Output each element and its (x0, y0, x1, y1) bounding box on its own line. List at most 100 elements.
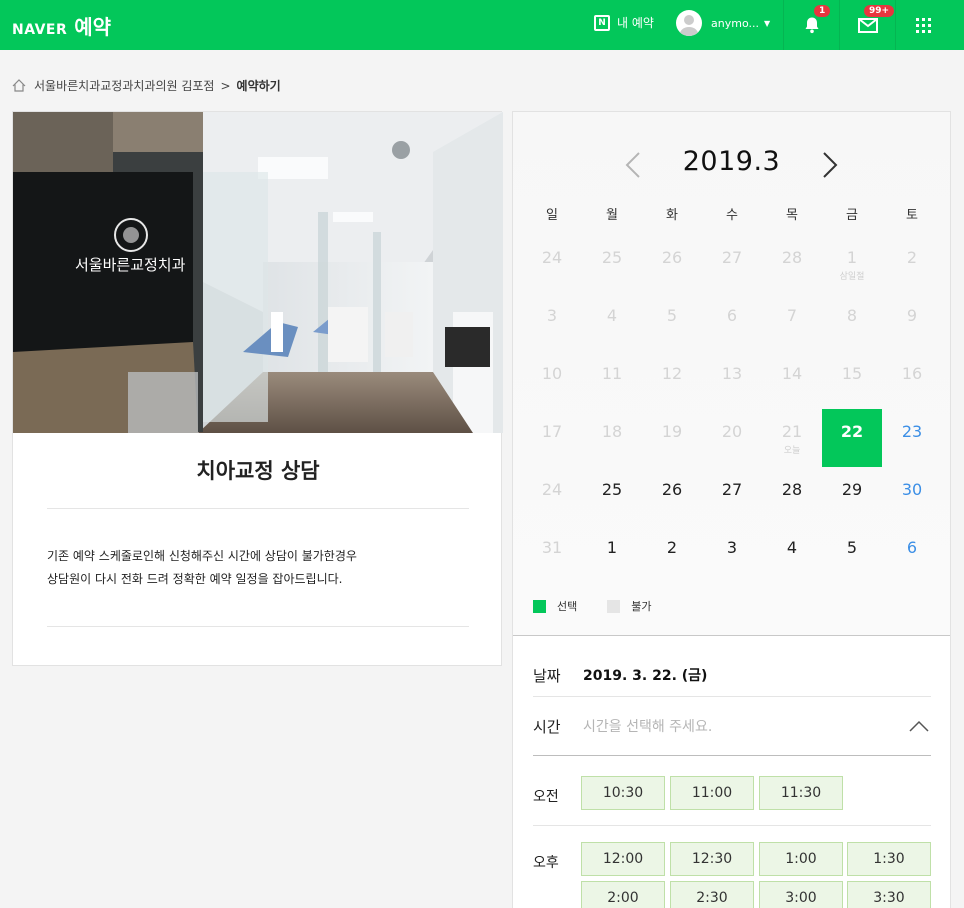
calendar-month-label: 2019.3 (682, 146, 781, 177)
day-number: 21 (781, 422, 803, 441)
grid-icon (916, 17, 931, 33)
mail-icon (857, 17, 878, 33)
legend-unavailable-label: 불가 (631, 600, 652, 613)
apps-menu-button[interactable] (895, 0, 951, 50)
calendar-day: 4 (582, 293, 642, 351)
home-icon[interactable] (12, 79, 26, 92)
day-number: 6 (726, 306, 738, 325)
calendar-day[interactable]: 1 (582, 525, 642, 583)
time-slot[interactable]: 2:30 (670, 881, 754, 908)
day-note: 삼일절 (839, 272, 865, 282)
time-slot[interactable]: 3:30 (847, 881, 931, 908)
bell-icon (805, 17, 818, 34)
calendar-day[interactable]: 5 (822, 525, 882, 583)
description-line: 상담원이 다시 전화 드려 정확한 예약 일정을 잡아드립니다. (47, 572, 343, 586)
calendar-day: 5 (642, 293, 702, 351)
day-number: 31 (541, 538, 563, 557)
calendar-days-grid: 24 25 26 27 28 1 삼일절 2 3 4 5 6 7 8 9 10 11 12 13 14 15 16 17 18… (522, 235, 942, 583)
am-label: 오전 (533, 789, 559, 805)
day-number: 26 (661, 480, 683, 499)
booking-panel: 2019.3 일 월 화 수 목 금 토 24 25 26 27 28 1 삼일절 2 3 4 5 6… (512, 111, 951, 908)
calendar-day: 18 (582, 409, 642, 467)
chevron-up-icon[interactable] (909, 720, 929, 732)
time-slot[interactable]: 3:00 (759, 881, 843, 908)
breadcrumb-current: 예약하기 (236, 79, 281, 93)
calendar-day[interactable]: 27 (702, 467, 762, 525)
calendar-day: 2 (882, 235, 942, 293)
calendar-day[interactable]: 4 (762, 525, 822, 583)
notifications-button[interactable]: 1 (783, 0, 839, 50)
next-month-arrow-icon[interactable] (822, 152, 838, 178)
time-label: 시간 (533, 717, 561, 736)
day-number: 7 (786, 306, 798, 325)
divider (47, 626, 469, 627)
unavailable-swatch (607, 599, 621, 613)
time-slot[interactable]: 11:30 (759, 776, 843, 810)
day-note: 오늘 (783, 446, 801, 456)
calendar-day[interactable]: 23 (882, 409, 942, 467)
calendar-day: 7 (762, 293, 822, 351)
calendar-day[interactable]: 2 (642, 525, 702, 583)
clinic-interior-photo: 서울바른교정치과 (13, 112, 503, 433)
calendar-day: 17 (522, 409, 582, 467)
calendar-day: 28 (762, 235, 822, 293)
time-slot[interactable]: 1:00 (759, 842, 843, 876)
mail-button[interactable]: 99+ (839, 0, 895, 50)
day-number: 17 (541, 422, 563, 441)
day-number: 1 (846, 248, 858, 267)
calendar-day[interactable]: 26 (642, 467, 702, 525)
naver-reservation-logo[interactable]: NAVER 예약 (12, 11, 111, 40)
notification-count-badge: 1 (814, 5, 831, 17)
service-title: 치아교정 상담 (196, 459, 320, 483)
breadcrumb-clinic-link[interactable]: 서울바른치과교정과치과의원 김포점 (34, 77, 214, 94)
weekday-label: 수 (726, 208, 738, 223)
user-menu[interactable]: anymo... ▼ (676, 10, 770, 36)
breadcrumb-separator: > (220, 78, 231, 93)
brand-name: NAVER (12, 22, 68, 38)
service-description: 기존 예약 스케줄로인해 신청해주신 시간에 상담이 불가한경우 상담원이 다시… (47, 545, 469, 591)
calendar-day[interactable]: 25 (582, 467, 642, 525)
time-selector[interactable]: 시간 시간을 선택해 주세요. (533, 696, 931, 756)
calendar-day[interactable]: 28 (762, 467, 822, 525)
calendar-day[interactable]: 6 (882, 525, 942, 583)
calendar-day[interactable]: 29 (822, 467, 882, 525)
day-number: 29 (841, 480, 863, 499)
time-slot[interactable]: 1:30 (847, 842, 931, 876)
calendar-day: 13 (702, 351, 762, 409)
day-number: 19 (661, 422, 683, 441)
my-reservation-link[interactable]: N 내 예약 (594, 14, 654, 31)
avatar (676, 10, 702, 36)
my-reservation-label: 내 예약 (617, 16, 654, 30)
day-number: 25 (601, 480, 623, 499)
calendar-day[interactable]: 3 (702, 525, 762, 583)
service-name: 예약 (74, 15, 112, 39)
calendar-day: 6 (702, 293, 762, 351)
calendar-day: 1 삼일절 (822, 235, 882, 293)
day-number: 18 (601, 422, 623, 441)
weekday-header: 일 월 화 수 목 금 토 (522, 204, 942, 223)
selected-date-value: 2019. 3. 22. (금) (583, 668, 708, 684)
calendar-day-selected[interactable]: 22 (822, 409, 882, 467)
clinic-sign-text: 서울바른교정치과 (75, 256, 186, 274)
day-number: 2 (666, 538, 678, 557)
day-number: 9 (906, 306, 918, 325)
time-slot[interactable]: 12:00 (581, 842, 665, 876)
day-number: 30 (901, 480, 923, 499)
weekday-label: 토 (906, 208, 918, 223)
day-number: 15 (841, 364, 863, 383)
day-number: 14 (781, 364, 803, 383)
description-line: 기존 예약 스케줄로인해 신청해주신 시간에 상담이 불가한경우 (47, 549, 357, 563)
time-slot[interactable]: 12:30 (670, 842, 754, 876)
day-number: 4 (606, 306, 618, 325)
time-slot[interactable]: 11:00 (670, 776, 754, 810)
calendar-day: 14 (762, 351, 822, 409)
weekday-label: 일 (546, 208, 558, 223)
calendar-day: 19 (642, 409, 702, 467)
day-number: 6 (906, 538, 918, 557)
calendar-day: 24 (522, 467, 582, 525)
time-slot[interactable]: 10:30 (581, 776, 665, 810)
mail-count-badge: 99+ (864, 5, 895, 17)
time-slot[interactable]: 2:00 (581, 881, 665, 908)
calendar-day[interactable]: 30 (882, 467, 942, 525)
calendar-legend: 선택 불가 (533, 598, 652, 614)
